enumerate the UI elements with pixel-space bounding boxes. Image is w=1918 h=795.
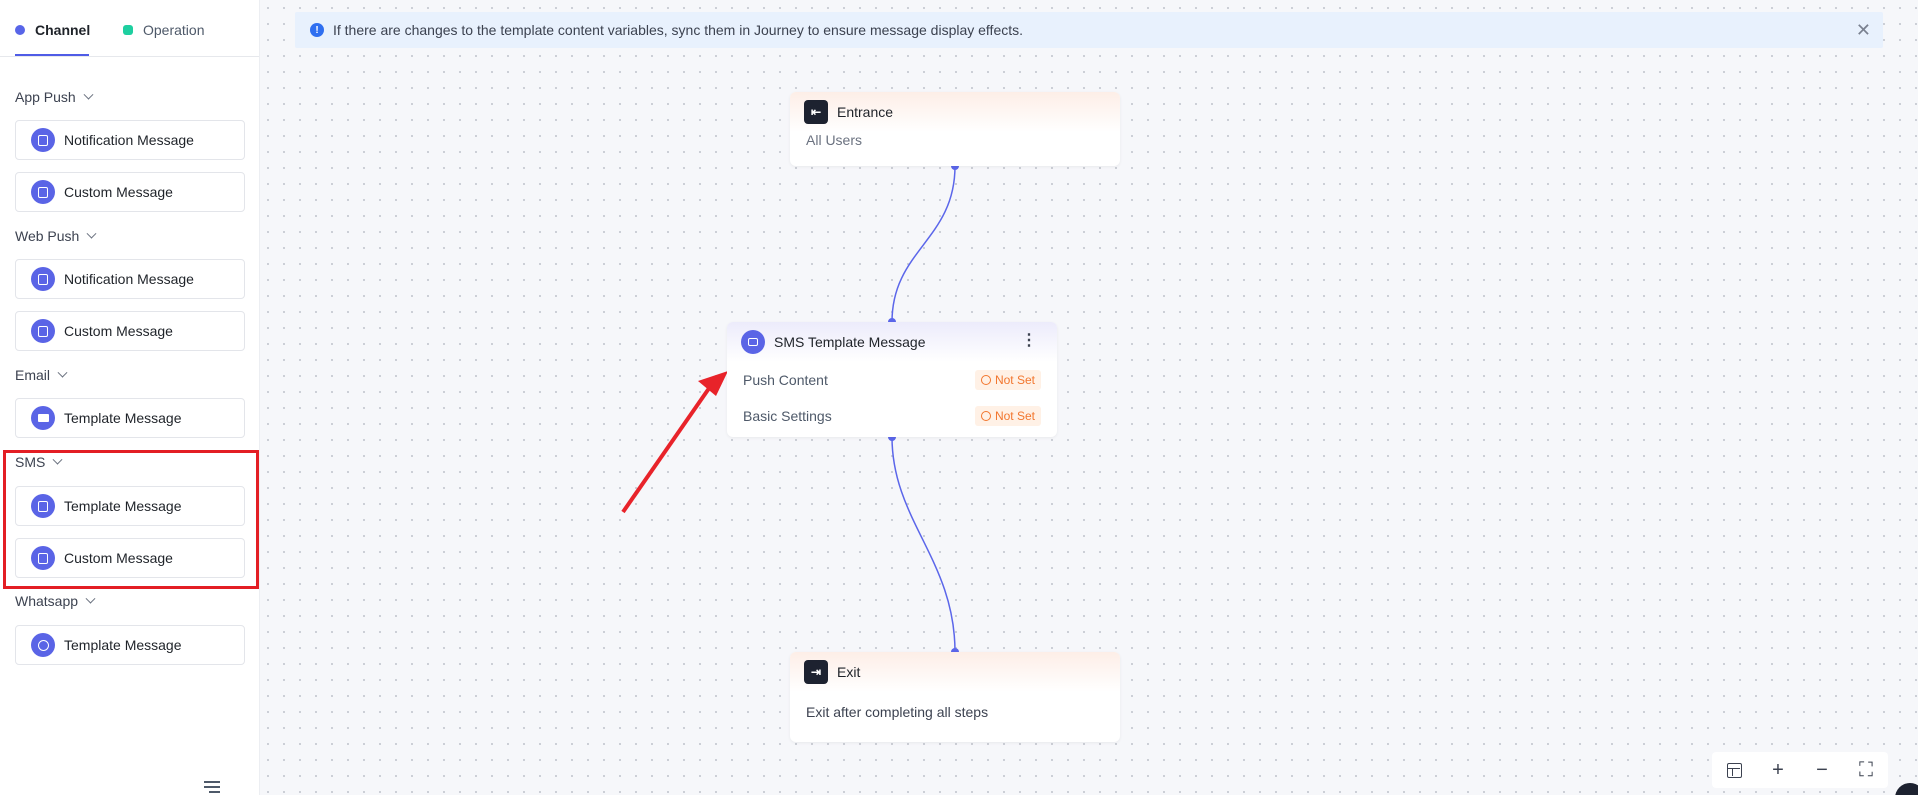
sms-template-node[interactable]: SMS Template Message ⋮ Push Content Not … (727, 322, 1057, 437)
sms-node-title: SMS Template Message (774, 334, 926, 350)
status-badge: Not Set (974, 406, 1041, 426)
exit-subtitle: Exit after completing all steps (806, 704, 989, 720)
section-app-push[interactable]: App Push (15, 89, 94, 105)
tab-operation-label: Operation (143, 22, 205, 38)
message-icon (31, 319, 55, 343)
close-icon[interactable]: ✕ (1856, 21, 1871, 39)
item-label: Template Message (64, 637, 182, 653)
tab-bar: Channel Operation (0, 0, 259, 57)
collapse-sidebar-icon[interactable] (204, 781, 220, 793)
zoom-in-icon[interactable]: + (1767, 759, 1789, 781)
tab-operation[interactable]: Operation (123, 22, 204, 38)
canvas-toolbar: + − ⛶ (1712, 752, 1888, 788)
entrance-icon: ⇤ (804, 100, 828, 124)
active-tab-indicator (15, 54, 89, 56)
status-badge: Not Set (974, 370, 1041, 390)
envelope-icon (31, 406, 55, 430)
status-text: Not Set (994, 373, 1035, 387)
sms-icon (741, 330, 765, 354)
operation-dot-icon (123, 25, 133, 35)
notification-icon (31, 128, 55, 152)
section-label: Whatsapp (15, 593, 79, 609)
channel-dot-icon (15, 25, 25, 35)
web-push-notification-message[interactable]: Notification Message (15, 259, 245, 299)
row-label: Push Content (743, 372, 828, 388)
tab-channel[interactable]: Channel (15, 22, 90, 38)
web-push-custom-message[interactable]: Custom Message (15, 311, 245, 351)
tab-channel-label: Channel (35, 22, 91, 38)
section-web-push[interactable]: Web Push (15, 228, 97, 244)
item-label: Notification Message (64, 132, 194, 148)
fullscreen-icon[interactable]: ⛶ (1855, 759, 1877, 781)
chevron-down-icon (83, 89, 94, 100)
section-whatsapp[interactable]: Whatsapp (15, 593, 96, 609)
item-label: Custom Message (64, 323, 173, 339)
email-template-message[interactable]: Template Message (15, 398, 245, 438)
whatsapp-icon (31, 633, 55, 657)
entrance-node[interactable]: ⇤ Entrance All Users (790, 92, 1120, 166)
whatsapp-template-message[interactable]: Template Message (15, 625, 245, 665)
app-push-notification-message[interactable]: Notification Message (15, 120, 245, 160)
layout-icon[interactable] (1723, 759, 1745, 781)
section-label: App Push (15, 89, 76, 105)
item-label: Template Message (64, 410, 182, 426)
exit-icon: ⇥ (804, 660, 828, 684)
zoom-out-icon[interactable]: − (1811, 759, 1833, 781)
app-push-custom-message[interactable]: Custom Message (15, 172, 245, 212)
item-label: Custom Message (64, 184, 173, 200)
annotation-highlight-box (3, 450, 259, 589)
section-label: Web Push (15, 228, 80, 244)
entrance-subtitle: All Users (806, 132, 863, 148)
info-icon: ! (310, 23, 324, 37)
chevron-down-icon (85, 593, 96, 604)
status-text: Not Set (994, 409, 1035, 423)
document-icon (31, 180, 55, 204)
warning-clock-icon (980, 411, 991, 421)
notification-icon (31, 267, 55, 291)
exit-title: Exit (837, 664, 861, 680)
info-banner: ! If there are changes to the template c… (295, 12, 1883, 48)
banner-text: If there are changes to the template con… (333, 22, 1024, 38)
row-label: Basic Settings (743, 408, 832, 424)
push-content-row[interactable]: Push Content Not Set (727, 362, 1057, 398)
basic-settings-row[interactable]: Basic Settings Not Set (727, 398, 1057, 434)
entrance-title: Entrance (837, 104, 894, 120)
chevron-down-icon (86, 228, 97, 239)
chevron-down-icon (57, 367, 68, 378)
item-label: Notification Message (64, 271, 194, 287)
warning-clock-icon (980, 375, 991, 385)
exit-node[interactable]: ⇥ Exit Exit after completing all steps (790, 652, 1120, 742)
more-options-icon[interactable]: ⋮ (1021, 333, 1037, 349)
sidebar: Channel Operation App Push Notification … (0, 0, 260, 795)
section-email[interactable]: Email (15, 367, 68, 383)
section-label: Email (15, 367, 51, 383)
